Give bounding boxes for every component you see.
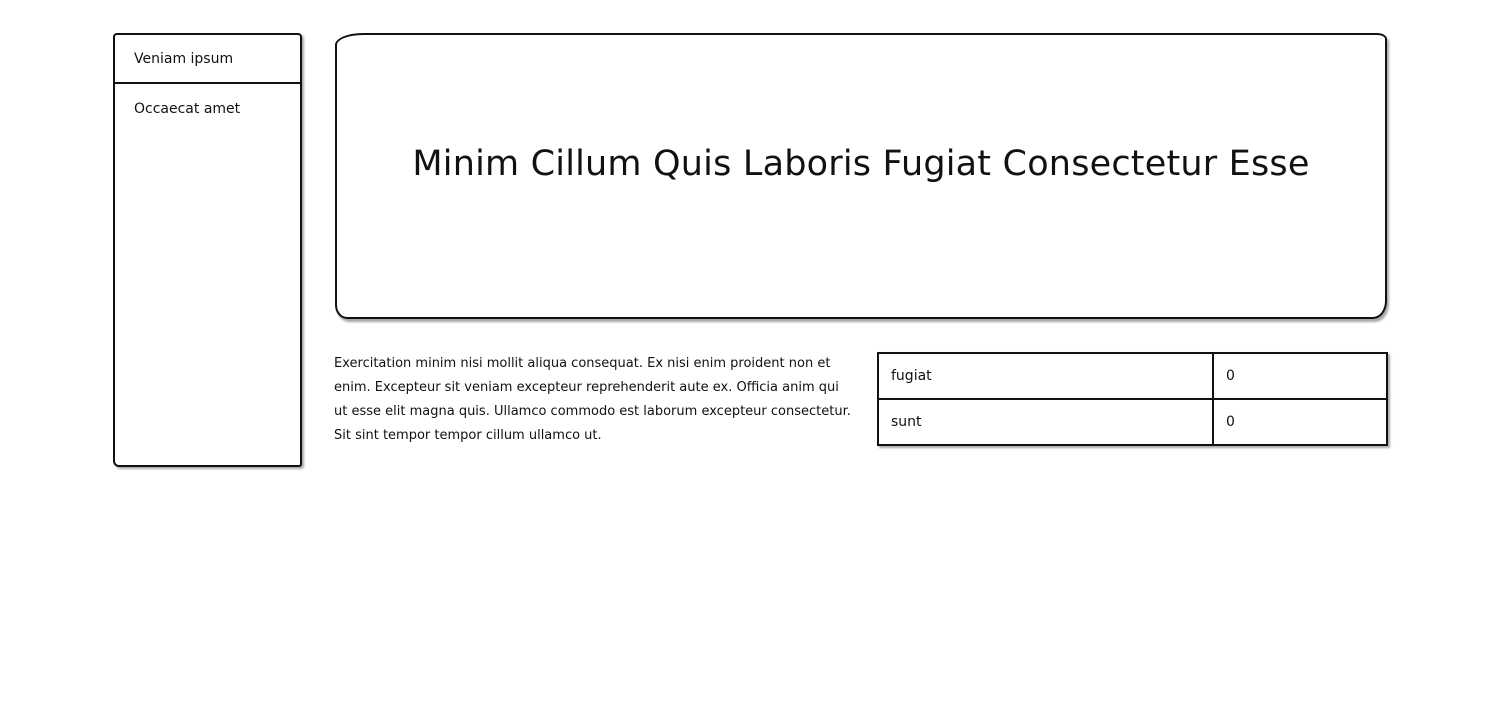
sidebar-item-label: Veniam ipsum: [134, 50, 234, 67]
data-table: fugiat 0 sunt 0: [877, 352, 1388, 446]
table-cell-value: 0: [1212, 398, 1388, 446]
sidebar-item-occaecat-amet[interactable]: Occaecat amet: [115, 84, 300, 133]
body-paragraph: Exercitation minim nisi mollit aliqua co…: [334, 356, 851, 443]
table-cell-value: 0: [1212, 352, 1388, 400]
table-cell-key: fugiat: [877, 352, 1214, 400]
sidebar-item-veniam-ipsum[interactable]: Veniam ipsum: [115, 35, 300, 84]
page-title: Minim Cillum Quis Laboris Fugiat Consect…: [412, 144, 1310, 184]
table-row: sunt 0: [877, 398, 1388, 446]
table-row: fugiat 0: [877, 352, 1388, 400]
table-cell-key: sunt: [877, 398, 1214, 446]
sidebar-item-label: Occaecat amet: [134, 100, 241, 117]
page: Veniam ipsum Occaecat amet Minim Cillum …: [0, 0, 1500, 720]
sidebar: Veniam ipsum Occaecat amet: [113, 33, 302, 467]
hero-banner: Minim Cillum Quis Laboris Fugiat Consect…: [335, 33, 1387, 319]
